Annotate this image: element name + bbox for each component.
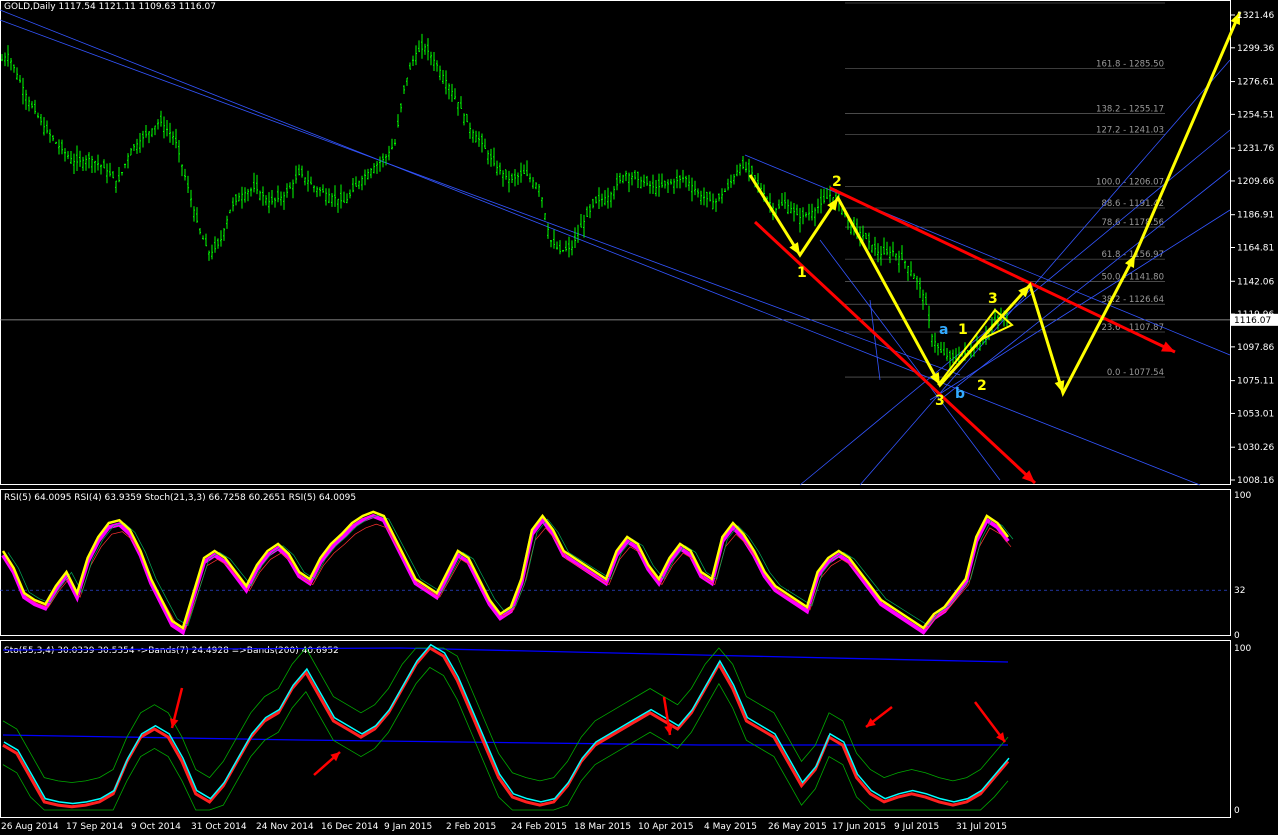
bands-upper — [2, 647, 1009, 783]
sto-ytick-label: 0 — [1234, 806, 1240, 816]
x-tick-label: 18 Mar 2015 — [574, 822, 631, 831]
chart-root: GOLD,Daily 1117.54 1121.11 1109.63 1116.… — [0, 0, 1278, 835]
rsi-header: RSI(5) 64.0095 RSI(4) 63.9359 Stoch(21,3… — [4, 493, 356, 503]
x-tick-label: 9 Jan 2015 — [384, 822, 432, 831]
fib-level-label: 78.6 - 1178.56 — [1101, 218, 1164, 228]
trendline — [939, 169, 1231, 401]
rsi-main-line — [1, 510, 1009, 630]
rsi-layer — [0, 510, 1230, 636]
red-channel-lower — [753, 220, 1037, 485]
projection-arrowhead — [1054, 380, 1065, 393]
sto-ytick-label: 100 — [1234, 644, 1251, 654]
trendline — [819, 239, 1001, 481]
rsi-ytick-label: 32 — [1234, 586, 1245, 596]
main-ytick-label: 1186.91 — [1237, 211, 1274, 221]
main-ytick-label: 1209.66 — [1237, 177, 1274, 187]
fib-level-label: 0.0 - 1077.54 — [1107, 368, 1164, 378]
x-tick-label: 16 Dec 2014 — [321, 822, 379, 831]
x-tick-label: 10 Apr 2015 — [638, 822, 694, 831]
main-ytick-label: 1053.01 — [1237, 409, 1274, 419]
trendline — [869, 299, 881, 381]
fib-level-label: 50.0 - 1141.80 — [1101, 273, 1164, 283]
main-ytick-label: 1299.36 — [1237, 44, 1274, 54]
stoch-green-line — [7, 514, 1014, 627]
x-tick-label: 24 Nov 2014 — [256, 822, 314, 831]
current-price-label: 1116.07 — [1234, 316, 1271, 326]
sto-header: Sto(55,3,4) 30.0339 30.5354 ->Bands(7) 2… — [4, 646, 339, 656]
main-ytick-label: 1097.86 — [1237, 343, 1274, 353]
main-ytick-label: 1075.11 — [1237, 377, 1274, 387]
x-tick-label: 26 May 2015 — [768, 822, 827, 831]
x-tick-label: 4 May 2015 — [704, 822, 757, 831]
main-ytick-label: 1142.06 — [1237, 277, 1274, 287]
main-panel-frame — [0, 0, 1231, 485]
x-tick-label: 17 Sep 2014 — [66, 822, 123, 831]
main-header: GOLD,Daily 1117.54 1121.11 1109.63 1116.… — [4, 2, 216, 12]
fib-level-label: 161.8 - 1285.50 — [1096, 59, 1164, 69]
x-tick-label: 2 Feb 2015 — [446, 822, 496, 831]
main-ytick-label: 1276.61 — [1237, 78, 1274, 88]
main-ytick-label: 1008.16 — [1237, 476, 1274, 486]
wave-label: 1 — [958, 322, 968, 338]
sto-panel-frame — [0, 640, 1231, 818]
rsi-ytick-label: 0 — [1234, 631, 1240, 641]
wave-label: 1 — [797, 265, 807, 281]
trendline — [0, 19, 961, 376]
x-tick-label: 17 Jun 2015 — [832, 822, 886, 831]
red-channel-upper — [829, 186, 1176, 354]
wave-label: 3 — [935, 393, 945, 409]
main-ytick-label: 1321.46 — [1237, 11, 1274, 21]
rsi-ytick-label: 100 — [1234, 491, 1251, 501]
chart-svg[interactable]: GOLD,Daily 1117.54 1121.11 1109.63 1116.… — [0, 0, 1278, 832]
fib-level-label: 100.0 - 1206.07 — [1096, 177, 1164, 187]
x-tick-label: 9 Jul 2015 — [894, 822, 939, 831]
main-ytick-label: 1231.76 — [1237, 144, 1274, 154]
bands200-mid — [2, 734, 1008, 746]
x-tick-label: 9 Oct 2014 — [131, 822, 181, 831]
main-ytick-label: 1254.51 — [1237, 110, 1274, 120]
x-tick-label: 31 Jul 2015 — [956, 822, 1007, 831]
trendline — [0, 9, 1201, 486]
main-ytick-label: 1164.81 — [1237, 244, 1274, 254]
fib-level-label: 138.2 - 1255.17 — [1096, 104, 1164, 114]
x-tick-label: 26 Aug 2014 — [1, 822, 59, 831]
wave-label: 2 — [977, 378, 987, 394]
trendline — [859, 59, 1231, 486]
main-ytick-label: 1030.26 — [1237, 443, 1274, 453]
wave-label: b — [955, 386, 965, 402]
fib-level-label: 127.2 - 1241.03 — [1096, 125, 1164, 135]
main-layer: 0.0 - 1077.5423.6 - 1107.8738.2 - 1126.6… — [0, 2, 1242, 486]
x-tick-label: 31 Oct 2014 — [191, 822, 247, 831]
wave-label: 3 — [988, 291, 998, 307]
axis-layer: 1321.46 1299.36 1276.61 1254.51 1231.76 1209.… — [1, 11, 1278, 832]
sto-layer — [2, 643, 1010, 811]
wave-label: 2 — [832, 174, 842, 190]
wave-label: a — [939, 322, 948, 338]
trendline — [929, 209, 1231, 401]
x-tick-label: 24 Feb 2015 — [511, 822, 567, 831]
